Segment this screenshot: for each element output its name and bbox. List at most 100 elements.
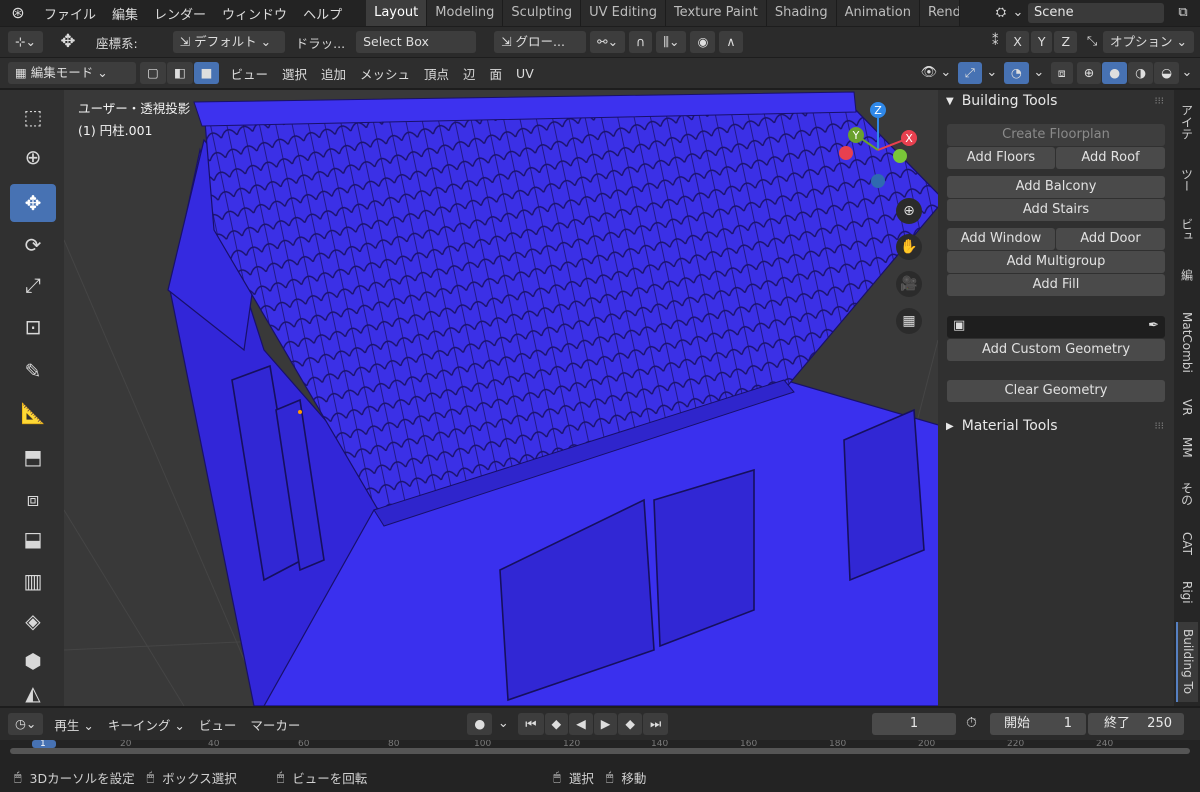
chevron-down-icon[interactable]: ⌄ — [940, 62, 952, 84]
tab-cat[interactable]: CAT — [1176, 526, 1198, 560]
chevron-down-icon[interactable]: ⌄ — [986, 62, 998, 84]
add-door-button[interactable]: Add Door — [1056, 228, 1165, 250]
edge-select-button[interactable]: ◧ — [166, 62, 193, 84]
menu-vertex[interactable]: 頂点 — [417, 64, 456, 83]
play-reverse-button[interactable]: ◀ — [569, 713, 593, 735]
falloff-dropdown[interactable]: ∧ — [719, 31, 743, 53]
add-balcony-button[interactable]: Add Balcony — [947, 176, 1165, 198]
menu-window[interactable]: ウィンドウ — [214, 4, 295, 23]
pivot-point-dropdown[interactable]: ⚯⌄ — [590, 31, 626, 53]
menu-view[interactable]: ビュー — [223, 64, 275, 83]
drag-handle-icon[interactable]: ⁝⁝⁝ — [1154, 421, 1164, 432]
transform-pivot-button[interactable]: ⊹⌄ — [8, 31, 43, 53]
add-floors-button[interactable]: Add Floors — [947, 147, 1055, 169]
3d-viewport[interactable]: Z X Y ⊕ ✋ 🎥 ▦ — [64, 90, 938, 706]
transform-orientation-dropdown[interactable]: ⇲ グロー... — [494, 31, 587, 53]
next-keyframe-button[interactable]: ◆ — [618, 713, 643, 735]
tab-texture-paint[interactable]: Texture Paint — [665, 0, 767, 26]
jump-end-button[interactable]: ⏭ — [643, 713, 669, 735]
eyedropper-icon[interactable]: ✒ — [1148, 318, 1159, 333]
menu-select[interactable]: 選択 — [275, 64, 314, 83]
camera-icon[interactable]: 🎥 — [896, 271, 922, 297]
create-floorplan-button[interactable]: Create Floorplan — [947, 124, 1165, 146]
mode-dropdown[interactable]: ▦ 編集モード ⌄ — [8, 62, 136, 84]
custom-geometry-object-field[interactable]: ▣ ✒ — [947, 316, 1165, 338]
snap-button[interactable]: ∩ — [629, 31, 653, 53]
add-custom-geometry-button[interactable]: Add Custom Geometry — [947, 339, 1165, 361]
jump-start-button[interactable]: ⏮ — [518, 713, 544, 735]
extrude-tool[interactable]: ⬒ — [10, 438, 56, 476]
spin-tool[interactable]: ◭ — [10, 680, 56, 706]
tab-shading[interactable]: Shading — [766, 0, 837, 26]
menu-render[interactable]: レンダー — [146, 4, 214, 23]
gizmo-toggle-button[interactable]: ⤢ — [957, 62, 982, 84]
bevel-tool[interactable]: ⬓ — [10, 520, 56, 558]
tab-sculpting[interactable]: Sculpting — [503, 0, 582, 26]
add-window-button[interactable]: Add Window — [947, 228, 1055, 250]
menu-marker[interactable]: マーカー — [243, 715, 307, 734]
tab-other[interactable]: その — [1176, 474, 1198, 514]
tab-uv-editing[interactable]: UV Editing — [581, 0, 666, 26]
editor-type-dropdown[interactable]: ◷⌄ — [8, 713, 44, 735]
add-roof-button[interactable]: Add Roof — [1056, 147, 1165, 169]
ortho-grid-icon[interactable]: ▦ — [896, 308, 922, 334]
menu-add[interactable]: 追加 — [314, 64, 353, 83]
building-tools-header[interactable]: ▼ Building Tools ⁝⁝⁝ — [938, 88, 1174, 114]
chevron-down-icon[interactable]: ⌄ — [1033, 62, 1045, 84]
zoom-icon[interactable]: ⊕ — [896, 198, 922, 224]
face-select-button[interactable]: ■ — [193, 62, 220, 84]
rotate-tool[interactable]: ⟳ — [10, 226, 56, 264]
menu-file[interactable]: ファイル — [36, 4, 104, 23]
axis-y-button[interactable]: Y — [1030, 31, 1053, 53]
inset-tool[interactable]: ⧈ — [10, 480, 56, 518]
chevron-down-icon[interactable]: ⌄ — [496, 713, 510, 735]
axis-x-button[interactable]: X — [1006, 31, 1029, 53]
tab-modeling[interactable]: Modeling — [427, 0, 504, 26]
tab-rigi[interactable]: Rigi — [1176, 572, 1198, 612]
tab-item[interactable]: アイテ — [1176, 98, 1198, 146]
scene-name-field[interactable]: Scene — [1028, 3, 1164, 23]
menu-face[interactable]: 面 — [483, 64, 510, 83]
add-stairs-button[interactable]: Add Stairs — [947, 199, 1165, 221]
knife-tool[interactable]: ◈ — [10, 602, 56, 640]
tab-mm[interactable]: MM — [1176, 432, 1198, 462]
blender-logo-icon[interactable]: ⊛ — [0, 2, 36, 24]
tab-building-tools[interactable]: Building To — [1176, 622, 1198, 702]
menu-uv[interactable]: UV — [509, 66, 541, 81]
material-tools-header[interactable]: ▶ Material Tools ⁝⁝⁝ — [938, 413, 1174, 439]
axis-z-button[interactable]: Z — [1054, 31, 1078, 53]
menu-keying[interactable]: キーイング ⌄ — [101, 715, 192, 734]
visibility-icon[interactable]: 👁 — [918, 62, 940, 84]
scene-icon[interactable]: ⛭ — [990, 2, 1012, 24]
add-fill-button[interactable]: Add Fill — [947, 274, 1165, 296]
loop-cut-tool[interactable]: ▥ — [10, 562, 56, 600]
rendered-shading-button[interactable]: ◒ — [1154, 62, 1179, 84]
transform-tool[interactable]: ⊡ — [10, 308, 56, 346]
chevron-down-icon[interactable]: ⌄ — [1012, 2, 1024, 24]
current-frame-field[interactable]: 1 — [872, 713, 956, 735]
tab-vr[interactable]: VR — [1176, 392, 1198, 422]
tab-animation[interactable]: Animation — [836, 0, 920, 26]
record-button[interactable]: ● — [467, 713, 493, 735]
tab-edit[interactable]: 編 — [1176, 260, 1198, 290]
measure-tool[interactable]: 📐 — [10, 394, 56, 432]
pan-hand-icon[interactable]: ✋ — [896, 234, 922, 260]
menu-edit[interactable]: 編集 — [104, 4, 146, 23]
scale-tool[interactable]: ⤢ — [10, 266, 56, 304]
new-window-icon[interactable]: ⧉ — [1172, 2, 1194, 24]
menu-timeline-view[interactable]: ビュー — [192, 715, 244, 734]
material-shading-button[interactable]: ◑ — [1128, 62, 1154, 84]
end-frame-field[interactable]: 終了 250 — [1088, 713, 1184, 735]
timeline-scrollbar[interactable] — [10, 748, 1190, 754]
stopwatch-icon[interactable]: ⏱ — [966, 715, 977, 731]
cursor-tool[interactable]: ⊕ — [10, 138, 56, 176]
poly-build-tool[interactable]: ⬢ — [10, 642, 56, 680]
tab-tool[interactable]: ツー — [1176, 160, 1198, 200]
move-tool[interactable]: ✥ — [10, 184, 56, 222]
solid-shading-button[interactable]: ● — [1102, 62, 1128, 84]
chevron-down-icon[interactable]: ⌄ — [1180, 62, 1194, 84]
menu-edge[interactable]: 辺 — [456, 64, 483, 83]
overlay-toggle-button[interactable]: ◔ — [1003, 62, 1029, 84]
options-dropdown[interactable]: オプション ⌄ — [1103, 31, 1194, 53]
timeline-scrub-area[interactable]: 1 20 40 60 80 100 120 140 160 180 200 22… — [0, 740, 1200, 762]
